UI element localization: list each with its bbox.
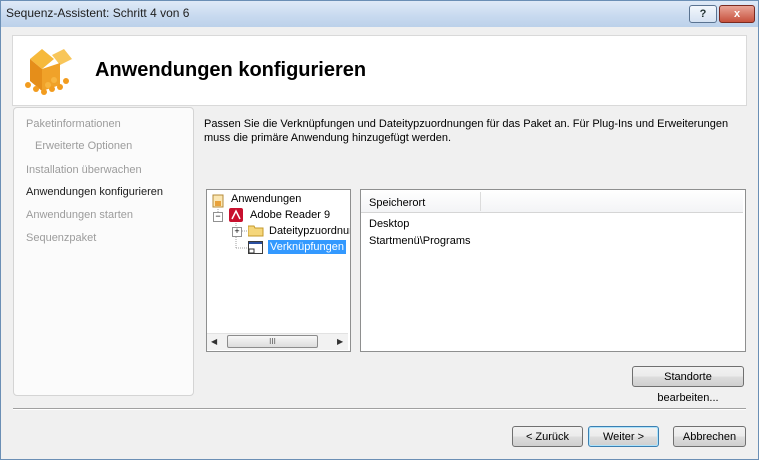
nav-step-erweiterte-optionen: Erweiterte Optionen bbox=[35, 140, 133, 152]
adobe-reader-icon bbox=[229, 208, 243, 222]
next-button[interactable]: Weiter > bbox=[588, 426, 659, 447]
scroll-left-arrow-icon[interactable]: ◀ bbox=[211, 337, 217, 346]
footer-separator bbox=[13, 408, 746, 410]
tree-node-file-type-associations[interactable]: Dateitypzuordnun bbox=[269, 225, 350, 237]
scroll-thumb[interactable]: III bbox=[227, 335, 318, 348]
list-row-startmenu-programs[interactable]: Startmenü\Programs bbox=[369, 235, 470, 247]
help-button[interactable]: ? bbox=[689, 5, 717, 23]
tree-node-anwendungen[interactable]: Anwendungen bbox=[231, 193, 301, 205]
instructions-text: Passen Sie die Verknüpfungen und Dateity… bbox=[204, 118, 729, 144]
locations-list[interactable] bbox=[360, 189, 746, 352]
column-header-speicherort[interactable]: Speicherort bbox=[369, 197, 425, 209]
expand-file-types-toggle[interactable]: + bbox=[232, 227, 242, 237]
cancel-button[interactable]: Abbrechen bbox=[673, 426, 746, 447]
close-button[interactable]: x bbox=[719, 5, 755, 23]
nav-step-paketinformationen: Paketinformationen bbox=[26, 118, 121, 130]
column-divider[interactable] bbox=[480, 192, 481, 211]
application-tree[interactable]: Anwendungen − Adobe Reader 9 + Dateitypz… bbox=[206, 189, 351, 352]
shortcut-icon bbox=[248, 241, 263, 254]
edit-locations-button[interactable]: Standorte bearbeiten... bbox=[632, 366, 744, 404]
nav-step-installation-ueberwachen: Installation überwachen bbox=[26, 164, 142, 176]
tree-node-adobe-reader[interactable]: Adobe Reader 9 bbox=[250, 209, 330, 221]
nav-step-anwendungen-starten: Anwendungen starten bbox=[26, 209, 134, 221]
nav-step-sequenzpaket: Sequenzpaket bbox=[26, 232, 97, 244]
package-icon bbox=[25, 49, 72, 95]
tree-node-shortcuts[interactable]: Verknüpfungen bbox=[268, 240, 347, 254]
collapse-app-toggle[interactable]: − bbox=[213, 212, 223, 222]
applications-folder-icon bbox=[212, 194, 224, 208]
folder-icon bbox=[248, 225, 264, 237]
scroll-right-arrow-icon[interactable]: ▶ bbox=[337, 337, 343, 346]
back-button[interactable]: < Zurück bbox=[512, 426, 583, 447]
nav-step-anwendungen-konfigurieren: Anwendungen konfigurieren bbox=[26, 186, 163, 198]
window-title: Sequenz-Assistent: Schritt 4 von 6 bbox=[6, 6, 190, 20]
page-title: Anwendungen konfigurieren bbox=[95, 59, 367, 81]
list-row-desktop[interactable]: Desktop bbox=[369, 218, 409, 230]
